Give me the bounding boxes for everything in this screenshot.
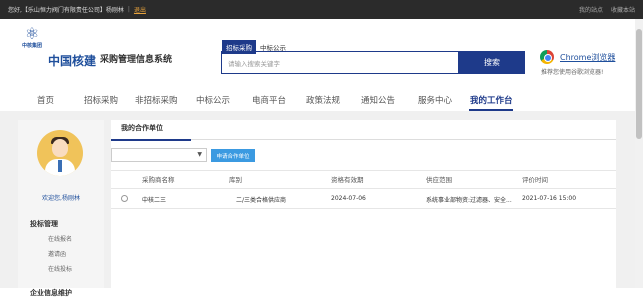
main-nav: 首页 招标采购 非招标采购 中标公示 电商平台 政策法规 通知公告 服务中心 我… [0,85,643,111]
table-top-line [111,170,616,171]
cell-category: 二/三类合格供应商 [236,197,287,204]
browser-tip: 推荐您使用谷歌浏览器! [541,69,604,76]
scrollbar-thumb[interactable] [636,29,642,139]
table-row-line [111,208,616,209]
separator: | [127,6,130,13]
tab-active-underline [111,139,191,141]
cell-name: 中核二三 [142,197,167,204]
menu-invitation[interactable]: 邀请函 [48,249,66,258]
logo-subtitle: 中核集团 [21,43,42,49]
greeting-text: 您好,【乐山恒力阀门有限责任公司】杨刚林 [8,7,124,14]
sidebar: 欢迎您,杨刚林 投标管理 在线报名 邀请函 在线投标 企业信息维护 [18,120,104,297]
menu-company-info[interactable]: 企业信息维护 [30,288,72,298]
nav-policy[interactable]: 政策法规 [306,94,340,106]
bookmark-link[interactable]: 收藏本站 [611,5,635,14]
partner-select[interactable]: ▼ [111,148,207,162]
nav-service[interactable]: 服务中心 [418,94,452,106]
page-body: 欢迎您,杨刚林 投标管理 在线报名 邀请函 在线投标 企业信息维护 我的合作单位… [0,111,643,297]
brand-name: 中国核建 [48,54,97,68]
nav-award-notice[interactable]: 中标公示 [196,94,230,106]
menu-online-bid[interactable]: 在线投标 [48,264,72,273]
tab-my-partners[interactable]: 我的合作单位 [121,123,163,133]
cell-valid-until: 2024-07-06 [331,195,366,202]
my-site-link[interactable]: 我的站点 [579,5,603,14]
search-input[interactable]: 请输入搜索关键字 [221,51,459,74]
cnnc-logo: ⚛ 中核集团 [18,26,46,56]
top-links: 我的站点 收藏本站 [579,5,635,14]
col-scope: 供应范围 [426,176,452,184]
cell-eval-time: 2021-07-16 15:00 [522,195,577,202]
col-eval-time: 评价时间 [522,176,548,184]
col-category: 库别 [229,176,242,184]
welcome-text: 欢迎您,杨刚林 [42,195,80,202]
nav-ecommerce[interactable]: 电商平台 [252,94,286,106]
cell-scope: 系统事业部物资:过滤器、安全... [426,197,512,204]
apply-partner-button[interactable]: 申请合作单位 [211,149,255,162]
col-valid-until: 资格有效期 [331,176,364,184]
avatar [37,130,83,176]
menu-bid-management[interactable]: 投标管理 [30,219,58,229]
atom-icon: ⚛ [24,24,40,43]
content-panel: 我的合作单位 ▼ 申请合作单位 采购商名称 库别 资格有效期 供应范围 评价时间… [111,120,616,288]
chevron-down-icon: ▼ [197,151,202,158]
table-header-line [111,188,616,189]
top-bar: 您好,【乐山恒力阀门有限责任公司】杨刚林 | 退出 我的站点 收藏本站 [0,0,643,19]
menu-online-signup[interactable]: 在线报名 [48,234,72,243]
nav-tender[interactable]: 招标采购 [84,94,118,106]
chrome-icon[interactable] [540,50,554,64]
search-button[interactable]: 搜索 [459,51,525,74]
row-radio[interactable] [121,195,128,202]
nav-non-tender[interactable]: 非招标采购 [135,94,178,106]
logout-link[interactable]: 退出 [134,5,146,14]
col-purchaser-name: 采购商名称 [142,176,175,184]
nav-my-workbench[interactable]: 我的工作台 [470,94,513,106]
page-scrollbar[interactable] [635,19,643,288]
chrome-download-link[interactable]: Chrome浏览器 [560,52,615,63]
nav-home[interactable]: 首页 [37,94,54,106]
system-name: 采购管理信息系统 [100,55,173,65]
nav-notices[interactable]: 通知公告 [361,94,395,106]
